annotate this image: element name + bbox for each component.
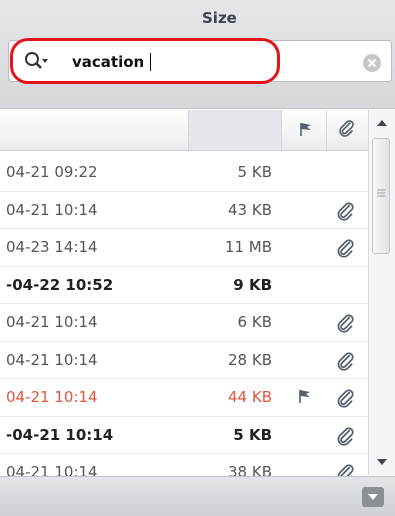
search-field[interactable] <box>8 40 392 82</box>
menu-icon <box>368 494 378 500</box>
scroll-down-arrow-icon[interactable] <box>376 456 388 468</box>
row-size: 5 KB <box>233 425 272 444</box>
row-size: 44 KB <box>228 388 272 406</box>
table-row[interactable]: 04-21 10:14 28 KB <box>0 342 368 379</box>
table-row[interactable]: -04-22 10:52 9 KB <box>0 267 368 304</box>
row-date: 04-21 10:14 <box>6 313 98 331</box>
row-date: 04-21 09:22 <box>6 163 98 181</box>
paperclip-icon <box>334 312 356 334</box>
message-list: 04-21 09:22 5 KB 04-21 10:14 43 KB 04-23 14:… <box>0 154 368 492</box>
paperclip-icon <box>334 200 356 222</box>
column-size-header[interactable] <box>188 110 282 150</box>
column-size-label: Size <box>202 9 237 27</box>
search-icon[interactable] <box>24 51 48 73</box>
row-date: 04-21 10:14 <box>6 200 98 219</box>
scrollbar-grip-icon <box>377 189 385 197</box>
row-size: 43 KB <box>228 200 272 219</box>
row-size: 9 KB <box>233 275 272 294</box>
table-row[interactable]: 04-21 10:14 44 KB <box>0 379 368 417</box>
flag-icon <box>300 123 311 136</box>
paperclip-icon <box>339 120 354 137</box>
bottom-toolbar <box>0 476 395 516</box>
table-row[interactable]: 04-23 14:14 11 MB <box>0 229 368 267</box>
row-size: 11 MB <box>224 238 272 256</box>
table-row[interactable]: 04-21 09:22 5 KB <box>0 154 368 192</box>
paperclip-icon <box>334 350 356 372</box>
paperclip-icon <box>334 387 356 409</box>
scroll-up-arrow-icon[interactable] <box>376 117 388 129</box>
paperclip-icon <box>334 425 356 447</box>
row-size: 6 KB <box>237 313 272 331</box>
flag-icon[interactable] <box>297 388 313 404</box>
row-size: 5 KB <box>237 163 272 181</box>
table-row[interactable]: 04-21 10:14 6 KB <box>0 304 368 342</box>
table-row[interactable]: 04-21 10:14 43 KB <box>0 192 368 229</box>
menu-button[interactable] <box>362 487 384 507</box>
row-date: 04-21 10:14 <box>6 388 98 406</box>
clear-icon[interactable] <box>362 53 382 73</box>
text-cursor <box>150 53 151 71</box>
row-date: -04-21 10:14 <box>6 425 114 444</box>
table-row[interactable]: -04-21 10:14 5 KB <box>0 417 368 454</box>
search-input[interactable]: vacation <box>72 51 144 73</box>
row-date: -04-22 10:52 <box>6 275 114 294</box>
row-date: 04-21 10:14 <box>6 350 98 369</box>
row-size: 28 KB <box>228 350 272 369</box>
paperclip-icon <box>334 237 356 259</box>
row-date: 04-23 14:14 <box>6 238 98 256</box>
